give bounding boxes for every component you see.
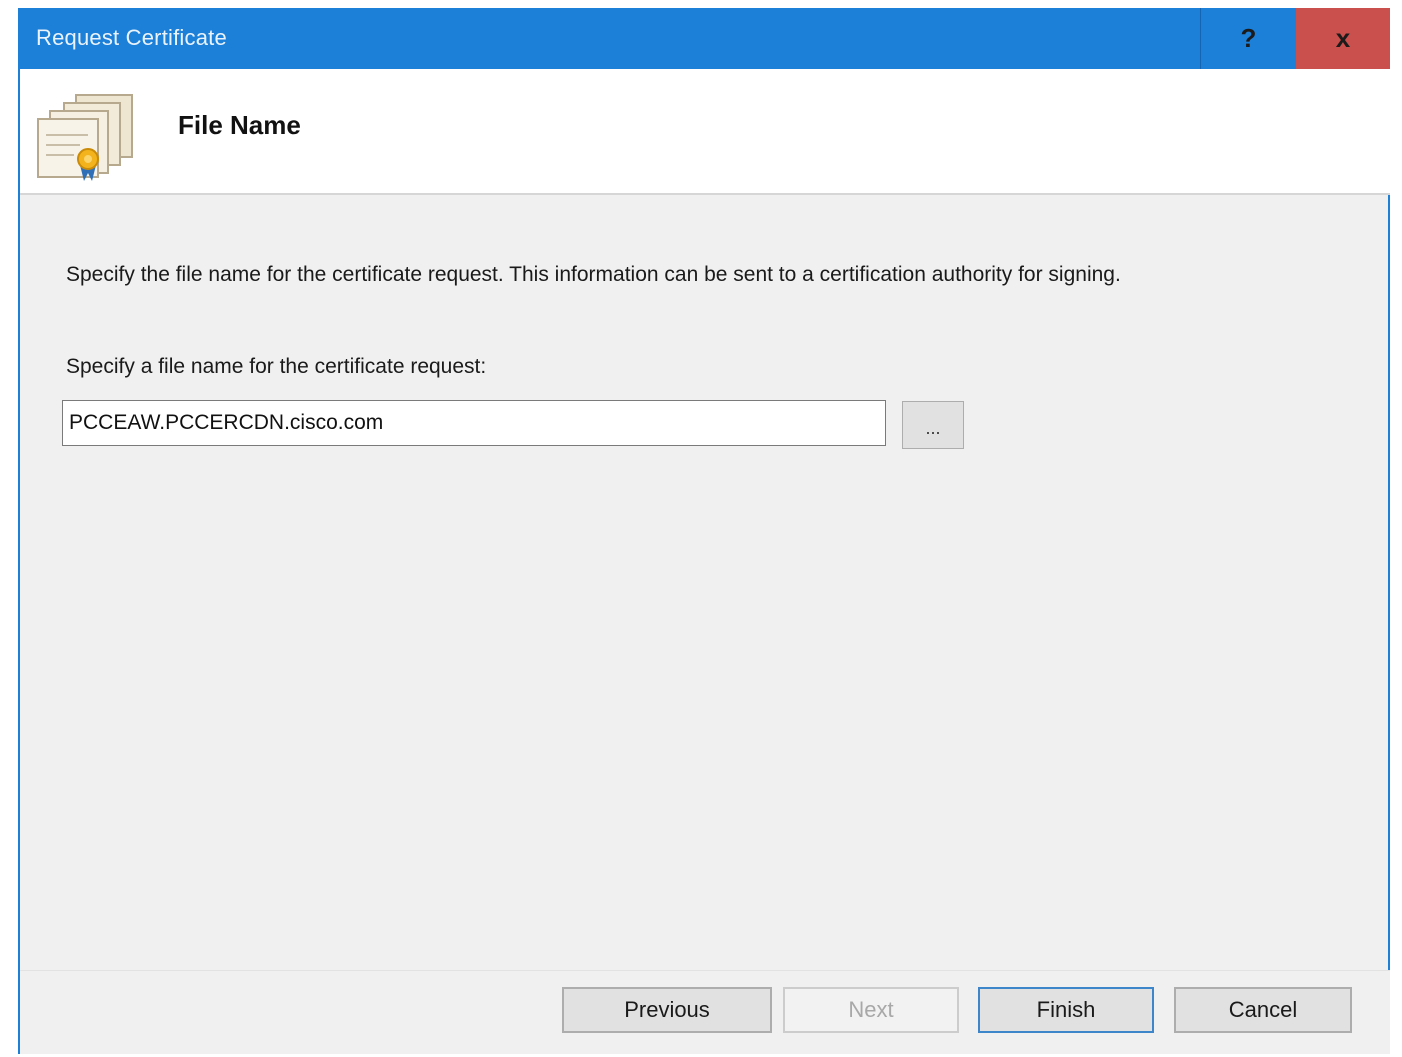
window-title: Request Certificate	[36, 25, 227, 50]
filename-label: Specify a file name for the certificate …	[66, 355, 487, 378]
cancel-button[interactable]: Cancel	[1174, 987, 1352, 1033]
finish-button[interactable]: Finish	[978, 987, 1154, 1033]
next-button[interactable]: Next	[783, 987, 959, 1033]
wizard-header: File Name	[20, 69, 1390, 195]
description-text: Specify the file name for the certificat…	[66, 263, 1121, 286]
close-button[interactable]: x	[1296, 8, 1390, 69]
browse-button[interactable]: ...	[902, 401, 964, 449]
wizard-footer: Previous Next Finish Cancel	[20, 970, 1390, 1054]
help-button[interactable]: ?	[1200, 8, 1296, 69]
certificate-stack-icon	[37, 94, 133, 181]
filename-input[interactable]	[62, 400, 886, 446]
wizard-content: Specify the file name for the certificat…	[20, 195, 1390, 970]
page-title: File Name	[178, 110, 301, 140]
previous-button[interactable]: Previous	[562, 987, 772, 1033]
title-bar[interactable]: Request Certificate ? x	[20, 8, 1390, 69]
request-certificate-window: Request Certificate ? x File Name Specif…	[18, 8, 1390, 1054]
